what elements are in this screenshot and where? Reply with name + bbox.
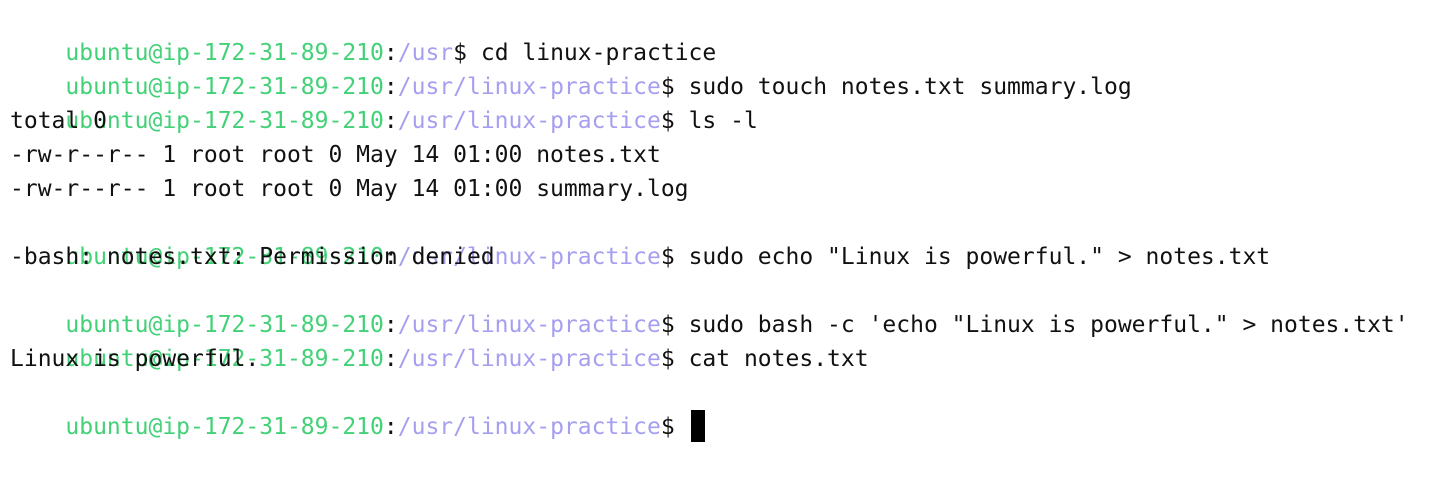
prompt-command: cd linux-practice: [467, 40, 717, 66]
prompt-path: /usr: [397, 40, 454, 66]
prompt-path: /usr/linux-practice: [397, 414, 661, 440]
prompt-path: /usr/linux-practice: [397, 312, 661, 338]
prompt-dollar: $: [660, 108, 675, 134]
prompt-dollar: $: [660, 312, 675, 338]
prompt-dollar: $: [660, 346, 675, 372]
prompt-user-host: ubuntu@ip-172-31-89-210: [65, 312, 384, 338]
prompt-dollar: $: [660, 244, 675, 270]
prompt-dollar: $: [453, 40, 467, 66]
prompt-colon: :: [383, 74, 398, 100]
prompt-dollar: $: [660, 414, 675, 440]
terminal-line-prompt-active[interactable]: ubuntu@ip-172-31-89-210:/usr/linux-pract…: [10, 376, 1430, 442]
prompt-colon: :: [383, 312, 398, 338]
terminal-line-prompt: ubuntu@ip-172-31-89-210:/usr/linux-pract…: [10, 274, 1430, 338]
terminal-line-output: -rw-r--r-- 1 root root 0 May 14 01:00 su…: [10, 176, 689, 202]
prompt-colon: :: [383, 414, 398, 440]
prompt-dollar: $: [660, 74, 675, 100]
prompt-path: /usr/linux-practice: [397, 74, 661, 100]
prompt-command: ls -l: [674, 108, 758, 134]
terminal-cursor[interactable]: [690, 409, 705, 442]
terminal-line-output: -rw-r--r-- 1 root root 0 May 14 01:00 no…: [10, 142, 661, 168]
prompt-command: sudo echo "Linux is powerful." > notes.t…: [674, 244, 1271, 270]
prompt-user-host: ubuntu@ip-172-31-89-210: [65, 40, 384, 66]
terminal-line-prompt: ubuntu@ip-172-31-89-210:/usr$ cd linux-p…: [10, 2, 1430, 66]
prompt-colon: :: [383, 346, 398, 372]
prompt-user-host: ubuntu@ip-172-31-89-210: [65, 414, 384, 440]
prompt-path: /usr/linux-practice: [397, 346, 661, 372]
terminal-line-prompt: ubuntu@ip-172-31-89-210:/usr/linux-pract…: [10, 206, 1430, 270]
prompt-command: cat notes.txt: [674, 346, 869, 372]
prompt-user-host: ubuntu@ip-172-31-89-210: [65, 74, 384, 100]
terminal-window[interactable]: ubuntu@ip-172-31-89-210:/usr$ cd linux-p…: [0, 0, 1430, 442]
prompt-colon: :: [383, 108, 398, 134]
prompt-user-host: ubuntu@ip-172-31-89-210: [65, 108, 384, 134]
prompt-command: sudo touch notes.txt summary.log: [674, 74, 1132, 100]
prompt-path: /usr/linux-practice: [397, 108, 661, 134]
prompt-command-input[interactable]: [675, 414, 689, 440]
prompt-colon: :: [383, 40, 398, 66]
prompt-command: sudo bash -c 'echo "Linux is powerful." …: [674, 312, 1409, 338]
